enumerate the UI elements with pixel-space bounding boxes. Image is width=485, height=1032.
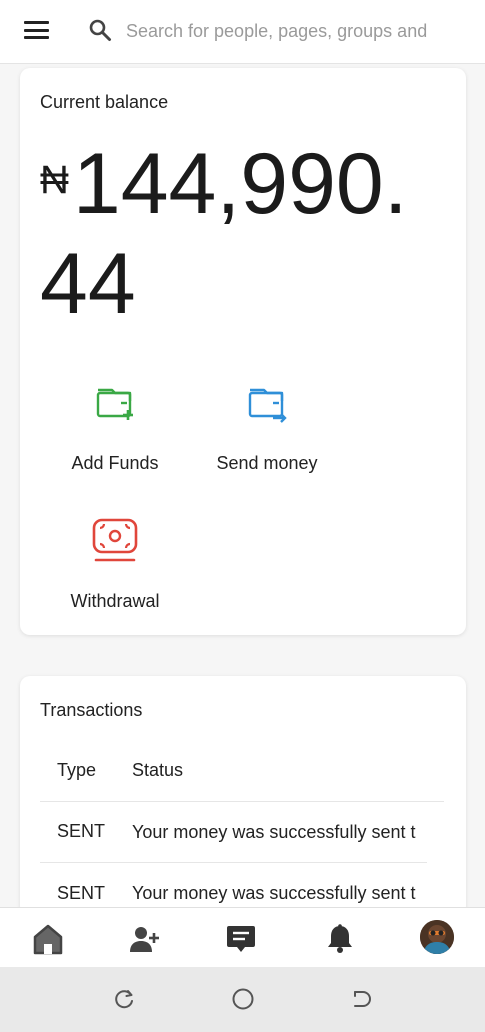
system-home-icon[interactable] (231, 987, 255, 1011)
hamburger-menu-icon[interactable] (24, 21, 49, 39)
avatar[interactable] (420, 920, 454, 954)
balance-value: 144,990.44 (40, 136, 408, 332)
currency-symbol: ₦ (40, 158, 69, 202)
transaction-status: Your money was successfully sent t (132, 802, 427, 863)
withdrawal-button[interactable]: Withdrawal (40, 516, 190, 612)
wallet-add-icon (96, 388, 133, 420)
top-bar (0, 0, 485, 64)
add-friend-icon[interactable] (127, 922, 161, 956)
wallet-send-icon (248, 388, 287, 423)
send-money-button[interactable]: Send money (192, 378, 342, 474)
search-input[interactable] (126, 16, 456, 46)
profile-photo (420, 920, 454, 954)
message-icon[interactable] (224, 922, 258, 956)
add-funds-button[interactable]: Add Funds (40, 378, 190, 474)
column-header-status: Status (132, 740, 444, 802)
transactions-title: Transactions (40, 700, 143, 720)
bottom-navigation (0, 907, 485, 967)
transactions-card: Transactions Type Status SENT Your money… (20, 676, 466, 916)
table-header-row: Type Status (40, 740, 444, 802)
withdrawal-label: Withdrawal (70, 591, 160, 611)
transaction-type: SENT (40, 801, 132, 863)
balance-card: Current balance ₦144,990.44 Add Funds Se… (20, 68, 466, 635)
table-row[interactable]: SENT Your money was successfully sent t (40, 801, 444, 863)
home-icon[interactable] (31, 922, 65, 956)
balance-amount: ₦144,990.44 (40, 134, 450, 334)
recent-apps-icon[interactable] (112, 987, 136, 1011)
cash-withdraw-icon (92, 518, 138, 562)
back-icon[interactable] (350, 987, 374, 1011)
system-navigation-bar (0, 967, 485, 1032)
transactions-table: Type Status SENT Your money was successf… (40, 740, 444, 916)
bell-icon[interactable] (323, 922, 357, 956)
send-money-label: Send money (216, 453, 318, 473)
search-icon[interactable] (88, 18, 112, 42)
add-funds-label: Add Funds (71, 453, 159, 473)
column-header-type: Type (40, 740, 132, 802)
balance-title: Current balance (40, 92, 169, 112)
